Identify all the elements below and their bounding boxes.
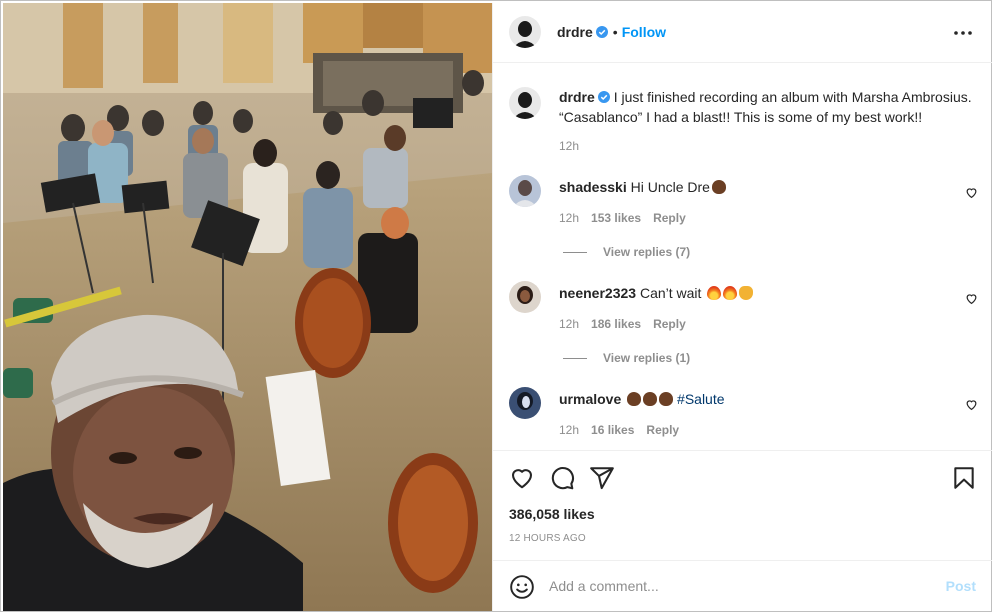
comment-meta: 12h 16 likes Reply <box>559 423 691 437</box>
view-replies-button[interactable]: View replies (7) <box>563 245 690 259</box>
follow-button[interactable]: Follow <box>622 24 666 40</box>
comment-likes[interactable]: 186 likes <box>591 317 641 331</box>
comment-meta: 12h 186 likes Reply <box>559 317 698 331</box>
comment-urmalove: urmalove #Salute <box>559 389 725 409</box>
caption-username[interactable]: drdre <box>559 89 595 105</box>
author-username[interactable]: drdre <box>557 24 593 40</box>
verified-badge-icon <box>597 88 610 103</box>
comment-username[interactable]: shadesski <box>559 179 627 195</box>
comment-meta: 12h 153 likes Reply <box>559 211 698 225</box>
studio-orchestra-selfie-image <box>3 3 492 611</box>
instagram-post-window: drdre • Follow drdre I just finished recor… <box>0 0 992 612</box>
comment-icon[interactable] <box>549 465 575 491</box>
comment-time[interactable]: 12h <box>559 423 579 437</box>
author-avatar[interactable] <box>509 16 541 48</box>
view-replies-label: View replies (7) <box>603 245 691 259</box>
comment-text: Hi Uncle Dre <box>630 179 710 195</box>
more-options-icon[interactable] <box>952 23 974 43</box>
raising-hands-dark-emoji <box>711 180 726 194</box>
comment-username[interactable]: neener2323 <box>559 285 636 301</box>
comment-avatar-urmalove[interactable] <box>509 387 541 419</box>
post-detail-panel: drdre • Follow drdre I just finished recor… <box>492 3 992 611</box>
replies-line <box>563 252 587 254</box>
caption-avatar[interactable] <box>509 87 541 119</box>
comment-likes[interactable]: 16 likes <box>591 423 634 437</box>
view-replies-button[interactable]: View replies (1) <box>563 351 690 365</box>
comments-list[interactable]: drdre I just finished recording an album… <box>493 64 992 450</box>
separator-dot: • <box>612 24 618 40</box>
heart-icon[interactable] <box>509 465 535 491</box>
add-comment-bar: Post <box>493 560 992 611</box>
header-author-line: drdre • Follow <box>557 23 666 41</box>
comment-avatar-neener2323[interactable] <box>509 281 541 313</box>
comment-shadesski: shadesski Hi Uncle Dre <box>559 177 726 197</box>
comment-like-heart-icon[interactable] <box>965 398 978 411</box>
reply-button[interactable]: Reply <box>653 211 686 225</box>
comment-likes[interactable]: 153 likes <box>591 211 641 225</box>
comment-time[interactable]: 12h <box>559 317 579 331</box>
emoji-icon[interactable] <box>509 574 535 600</box>
hashtag-link[interactable]: #Salute <box>677 391 724 407</box>
comment-avatar-shadesski[interactable] <box>509 175 541 207</box>
fire-emoji <box>707 286 722 300</box>
comment-input[interactable] <box>549 575 929 597</box>
view-replies-label: View replies (1) <box>603 351 691 365</box>
post-comment-button[interactable]: Post <box>946 578 976 594</box>
praise-hands-emoji <box>739 286 754 300</box>
raising-hands-dark-emoji <box>627 392 642 406</box>
post-timestamp[interactable]: 12 HOURS AGO <box>509 533 586 544</box>
comment-text: Can’t wait <box>639 285 702 301</box>
comment-like-heart-icon[interactable] <box>965 292 978 305</box>
comment-time[interactable]: 12h <box>559 211 579 225</box>
post-header: drdre • Follow <box>493 3 992 63</box>
raising-hands-dark-emoji <box>659 392 674 406</box>
comment-neener2323: neener2323 Can’t wait <box>559 283 754 303</box>
verified-badge-icon <box>595 24 608 38</box>
likes-count[interactable]: 386,058 likes <box>509 506 595 522</box>
replies-line <box>563 358 587 360</box>
raising-hands-dark-emoji <box>643 392 658 406</box>
post-photo[interactable] <box>3 3 492 611</box>
reply-button[interactable]: Reply <box>646 423 679 437</box>
share-icon[interactable] <box>589 465 615 491</box>
fire-emoji <box>723 286 738 300</box>
reply-button[interactable]: Reply <box>653 317 686 331</box>
comment-like-heart-icon[interactable] <box>965 186 978 199</box>
comment-username[interactable]: urmalove <box>559 391 621 407</box>
bookmark-icon[interactable] <box>951 465 977 491</box>
caption-text: I just finished recording an album with … <box>559 89 972 125</box>
caption: drdre I just finished recording an album… <box>559 87 979 127</box>
caption-time[interactable]: 12h <box>559 139 579 153</box>
post-actions: 386,058 likes 12 HOURS AGO <box>493 450 992 560</box>
